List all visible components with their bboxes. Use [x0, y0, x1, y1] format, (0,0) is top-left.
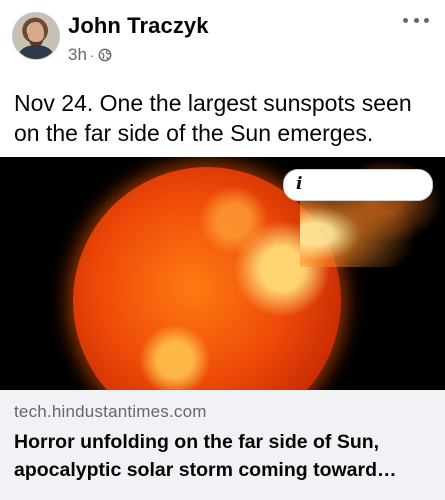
link-headline-line: Horror unfolding on the far side of Sun, — [14, 431, 380, 453]
link-card[interactable]: tech.hindustantimes.com Horror unfolding… — [0, 390, 445, 500]
avatar-shirt — [19, 45, 53, 59]
more-horizontal-icon — [413, 17, 419, 23]
info-icon: i — [296, 174, 303, 194]
post-header: John Traczyk 3h · — [0, 0, 445, 74]
author-name[interactable]: John Traczyk — [68, 13, 209, 39]
ad-info-button[interactable]: i — [283, 169, 433, 201]
post-timestamp[interactable]: 3h — [68, 45, 87, 65]
link-headline-line: apocalyptic solar storm coming toward… — [14, 459, 397, 481]
link-headline: Horror unfolding on the far side of Sun,… — [14, 428, 434, 484]
link-domain: tech.hindustantimes.com — [14, 402, 207, 421]
more-horizontal-icon — [424, 17, 429, 23]
more-horizontal-icon — [403, 17, 408, 23]
avatar[interactable] — [12, 12, 60, 60]
post-meta: 3h · — [68, 45, 112, 65]
avatar-face — [28, 22, 44, 47]
post-text: Nov 24. One the largest sunspots seen on… — [14, 90, 412, 146]
meta-separator: · — [89, 47, 95, 63]
more-options-button[interactable] — [403, 12, 429, 28]
globe-icon[interactable] — [98, 48, 112, 62]
